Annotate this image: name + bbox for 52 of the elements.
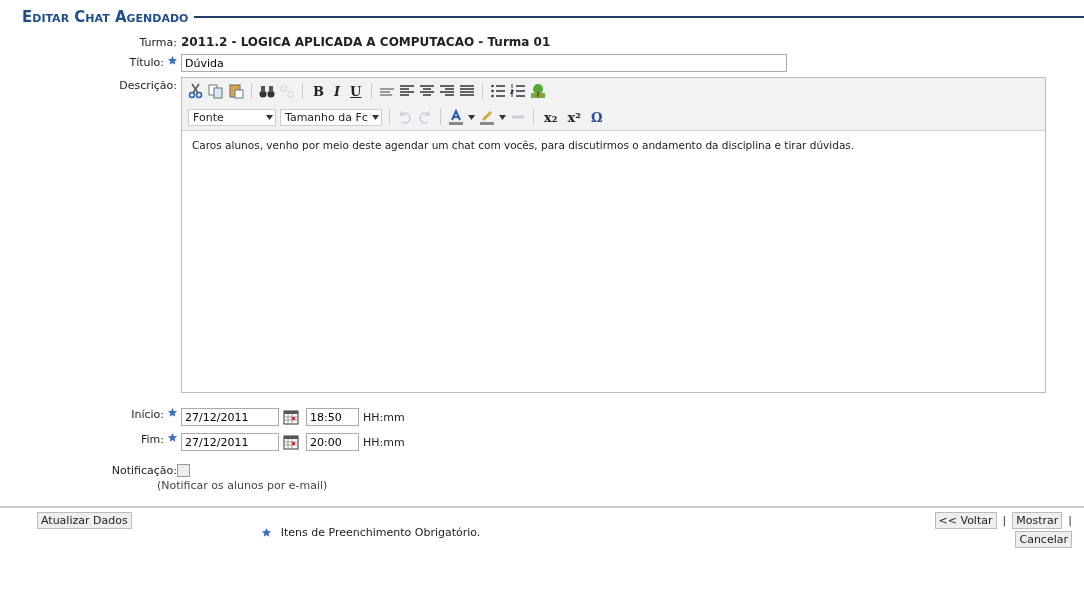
field-label: Descrição: [119,79,177,92]
underline-button[interactable]: U [347,83,365,99]
calendar-icon[interactable] [283,409,299,425]
italic-button[interactable]: I [331,83,344,99]
required-icon [261,527,271,537]
date-field[interactable]: 27/12/2011 [181,433,279,451]
align-right-icon[interactable] [439,83,456,99]
binoculars-icon[interactable] [259,83,275,99]
calendar-icon[interactable] [283,434,299,450]
superscript-button[interactable]: x² [564,109,584,125]
field-value: 2011.2 - LOGICA APLICADA A COMPUTACAO - Turma 01 [181,34,552,49]
update-button[interactable]: Atualizar Dados [37,512,132,529]
field-hint: (Notificar os alunos por e-mail) [157,479,328,492]
title-field[interactable]: Dúvida [181,54,787,72]
subscript-button[interactable]: x₂ [541,109,561,125]
caret-icon[interactable] [468,114,475,120]
caret-icon[interactable] [266,114,273,120]
time-format-hint: HH:mm [363,410,405,424]
date-field[interactable]: 27/12/2011 [181,408,279,426]
font-select[interactable]: Fonte [188,108,276,126]
field-label: Turma: [139,36,177,49]
justify-icon[interactable] [459,83,476,99]
align-center-icon[interactable] [419,83,436,99]
align-left-icon[interactable] [399,83,416,99]
back-button[interactable]: << Voltar [934,512,997,529]
caret-icon[interactable] [372,114,379,120]
paste-icon[interactable] [228,83,244,99]
time-format-hint: HH:mm [363,435,405,449]
cancel-button[interactable]: Cancelar [1015,531,1072,548]
bold-button[interactable]: B [310,83,327,99]
image-icon[interactable] [530,83,547,99]
notification-checkbox[interactable] [177,464,190,477]
separator: | [1068,514,1072,527]
time-field[interactable]: 20:00 [306,433,359,451]
caret-icon[interactable] [499,114,506,120]
cut-icon[interactable] [188,83,204,99]
separator: | [1002,514,1007,527]
symbol-button[interactable]: Ω [587,109,606,125]
show-button[interactable]: Mostrar [1012,512,1063,529]
description-text[interactable]: Caros alunos, venho por meio deste agendar um chat com vocês, para discutirmos o andamento da disciplina e tirar dúvidas. [192,139,855,151]
size-select[interactable]: Tamanho da Fc [280,108,382,126]
field-label: Título: [129,56,164,69]
bullet-list-icon[interactable] [490,83,507,99]
time-field[interactable]: 18:50 [306,408,359,426]
field-label: Notificação: [111,464,177,477]
required-note: Itens de Preenchimento Obrigatório. [280,525,481,539]
text-color-icon[interactable] [448,109,464,125]
page-title: Editar Chat Agendado [22,8,189,26]
field-label: Início: [131,408,164,421]
numbered-list-icon[interactable] [510,83,527,99]
field-label: Fim: [141,433,164,446]
copy-icon[interactable] [208,83,224,99]
